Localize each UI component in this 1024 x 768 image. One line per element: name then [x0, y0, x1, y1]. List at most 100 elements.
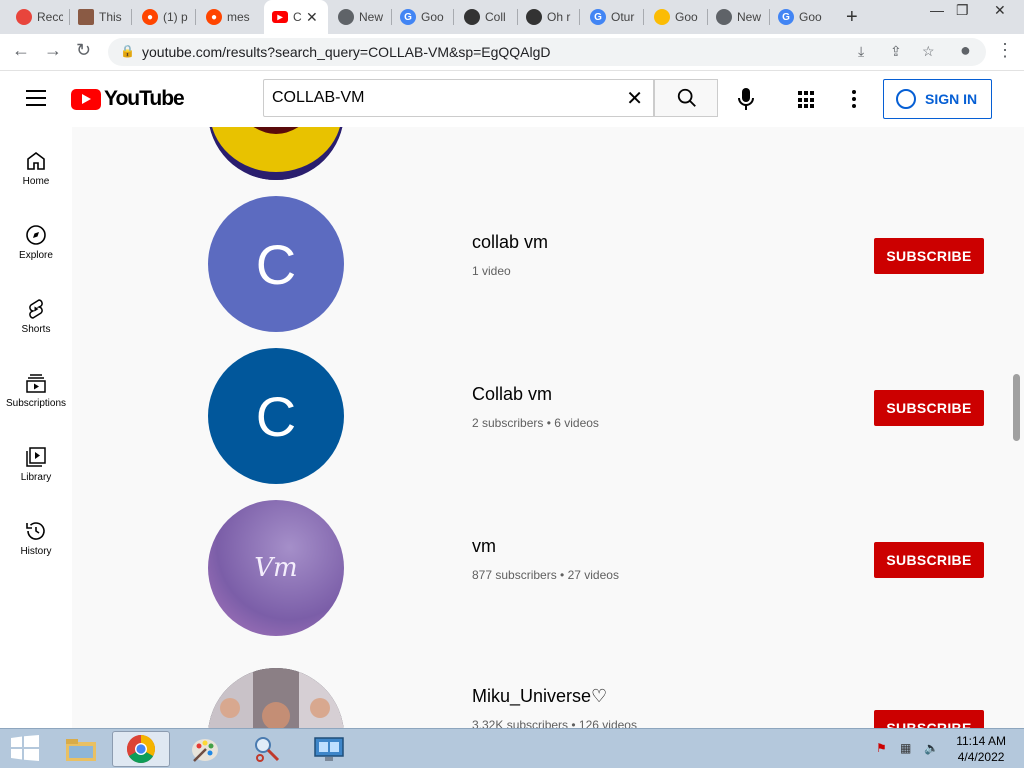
chrome-icon — [127, 735, 155, 763]
sidebar-label: Shorts — [21, 324, 51, 335]
tab-title: This — [99, 10, 122, 24]
share-icon[interactable]: ⇪ — [890, 43, 902, 60]
restore-button[interactable]: ❐ — [956, 2, 969, 19]
channel-row[interactable]: Vm vm 877 subscribers • 27 videos SUBSCR… — [72, 500, 1012, 652]
browser-tab[interactable]: Recc — [8, 0, 70, 34]
taskbar-paint[interactable] — [176, 731, 234, 767]
windows-start-icon[interactable] — [10, 735, 40, 761]
profile-icon[interactable]: ● — [960, 40, 971, 61]
install-icon[interactable]: ⤓ — [858, 43, 864, 60]
new-tab-button[interactable]: + — [846, 6, 858, 29]
paint-palette-icon — [192, 739, 218, 762]
search-button[interactable] — [654, 79, 718, 117]
compass-icon — [26, 225, 46, 245]
channel-meta: 2 subscribers • 6 videos — [472, 416, 599, 430]
taskbar-explorer[interactable] — [52, 731, 110, 767]
sidebar-item-history[interactable]: History — [0, 497, 72, 571]
browser-tab[interactable]: New — [330, 0, 392, 34]
youtube-logo[interactable]: YouTube — [71, 87, 185, 111]
channel-avatar[interactable] — [208, 127, 344, 180]
network-icon[interactable]: ▦ — [900, 741, 911, 755]
url-text[interactable]: youtube.com/results?search_query=COLLAB-… — [142, 44, 551, 60]
subscribe-button[interactable]: SUBSCRIBE — [874, 542, 984, 578]
action-center-flag-icon[interactable]: ⚑ — [876, 741, 887, 755]
channel-avatar[interactable] — [208, 668, 344, 728]
channel-row[interactable] — [72, 127, 1012, 196]
hamburger-menu-icon[interactable] — [26, 90, 46, 111]
remote-desktop-icon — [314, 737, 344, 761]
address-bar[interactable]: 🔒 youtube.com/results?search_query=COLLA… — [108, 38, 986, 66]
home-icon — [27, 152, 45, 170]
browser-tab[interactable]: Oh r — [518, 0, 580, 34]
browser-tab[interactable]: G Goo — [770, 0, 832, 34]
shorts-icon — [29, 299, 43, 319]
scrollbar-thumb[interactable] — [1013, 374, 1020, 441]
channel-name[interactable]: Miku_Universe♡ — [472, 686, 607, 707]
sidebar-label: Library — [20, 472, 52, 483]
subscribe-button[interactable]: SUBSCRIBE — [874, 710, 984, 728]
chrome-favicon — [338, 9, 354, 25]
back-arrow-icon[interactable]: ← — [12, 40, 30, 61]
close-tab-icon[interactable]: ✕ — [306, 9, 318, 26]
browser-tab[interactable]: Goo — [646, 0, 708, 34]
system-clock[interactable]: 11:14 AM 4/4/2022 — [956, 733, 1006, 765]
library-icon — [26, 447, 46, 467]
google-photos-favicon — [654, 9, 670, 25]
snipping-tool-icon — [255, 737, 280, 762]
chrome-menu-icon[interactable]: ⋮ — [996, 40, 1014, 61]
youtube-play-icon — [71, 88, 101, 110]
sidebar-item-shorts[interactable]: Shorts — [0, 275, 72, 349]
browser-tab[interactable]: G Goo — [392, 0, 454, 34]
close-window-button[interactable]: ✕ — [994, 2, 1006, 19]
channel-avatar[interactable]: C — [208, 196, 344, 332]
microphone-icon[interactable] — [736, 87, 756, 111]
volume-muted-icon[interactable]: 🔈 — [924, 741, 939, 755]
minimize-button[interactable]: — — [930, 2, 944, 18]
channel-row[interactable]: C Collab vm 2 subscribers • 6 videos SUB… — [72, 348, 1012, 500]
channel-meta: 3.32K subscribers • 126 videos — [472, 718, 637, 728]
browser-tab[interactable]: ● mes — [198, 0, 260, 34]
apps-grid-icon[interactable] — [798, 91, 816, 109]
subscribe-button[interactable]: SUBSCRIBE — [874, 238, 984, 274]
channel-name[interactable]: Collab vm — [472, 384, 552, 405]
browser-tab[interactable]: Coll — [456, 0, 518, 34]
reload-icon[interactable]: ↻ — [76, 40, 91, 61]
sidebar-item-home[interactable]: Home — [0, 127, 72, 201]
bookmark-star-icon[interactable]: ☆ — [922, 43, 935, 60]
channel-name[interactable]: vm — [472, 536, 496, 557]
sidebar-item-explore[interactable]: Explore — [0, 201, 72, 275]
collabvm-favicon — [464, 9, 480, 25]
browser-tab[interactable]: New — [708, 0, 770, 34]
sidebar-label: Explore — [19, 250, 53, 261]
channel-row[interactable]: Miku_Universe♡ 3.32K subscribers • 126 v… — [72, 652, 1012, 728]
reddit-favicon: ● — [206, 9, 222, 25]
subscribe-button[interactable]: SUBSCRIBE — [874, 390, 984, 426]
browser-tab[interactable]: ● (1) p — [134, 0, 196, 34]
search-icon — [677, 88, 696, 107]
settings-kebab-icon[interactable] — [852, 90, 856, 111]
lock-icon[interactable]: 🔒 — [120, 44, 135, 58]
youtube-wordmark: YouTube — [104, 87, 185, 110]
channel-row[interactable]: C collab vm 1 video SUBSCRIBE — [72, 196, 1012, 348]
sidebar-item-subscriptions[interactable]: Subscriptions — [0, 349, 72, 423]
taskbar-chrome[interactable] — [112, 731, 170, 767]
clear-search-icon[interactable]: ✕ — [626, 86, 643, 111]
channel-avatar[interactable]: C — [208, 348, 344, 484]
sidebar-label: Subscriptions — [5, 398, 67, 409]
search-box[interactable]: ✕ — [263, 79, 654, 117]
channel-meta: 877 subscribers • 27 videos — [472, 568, 619, 582]
taskbar-snipping[interactable] — [238, 731, 296, 767]
sidebar-item-library[interactable]: Library — [0, 423, 72, 497]
sidebar: Home Explore Shorts Subscriptions Librar… — [0, 127, 72, 728]
search-input[interactable] — [270, 88, 614, 108]
taskbar-remote-desktop[interactable] — [300, 731, 358, 767]
browser-tab[interactable]: This — [70, 0, 132, 34]
browser-tab[interactable]: G Otur — [582, 0, 644, 34]
channel-avatar[interactable]: Vm — [208, 500, 344, 636]
forward-arrow-icon[interactable]: → — [44, 40, 62, 61]
sign-in-button[interactable]: SIGN IN — [883, 79, 992, 119]
sidebar-label: History — [20, 546, 52, 557]
browser-tab-active[interactable]: ▸ C ✕ — [264, 0, 328, 34]
channel-name[interactable]: collab vm — [472, 232, 548, 253]
google-favicon: G — [590, 9, 606, 25]
